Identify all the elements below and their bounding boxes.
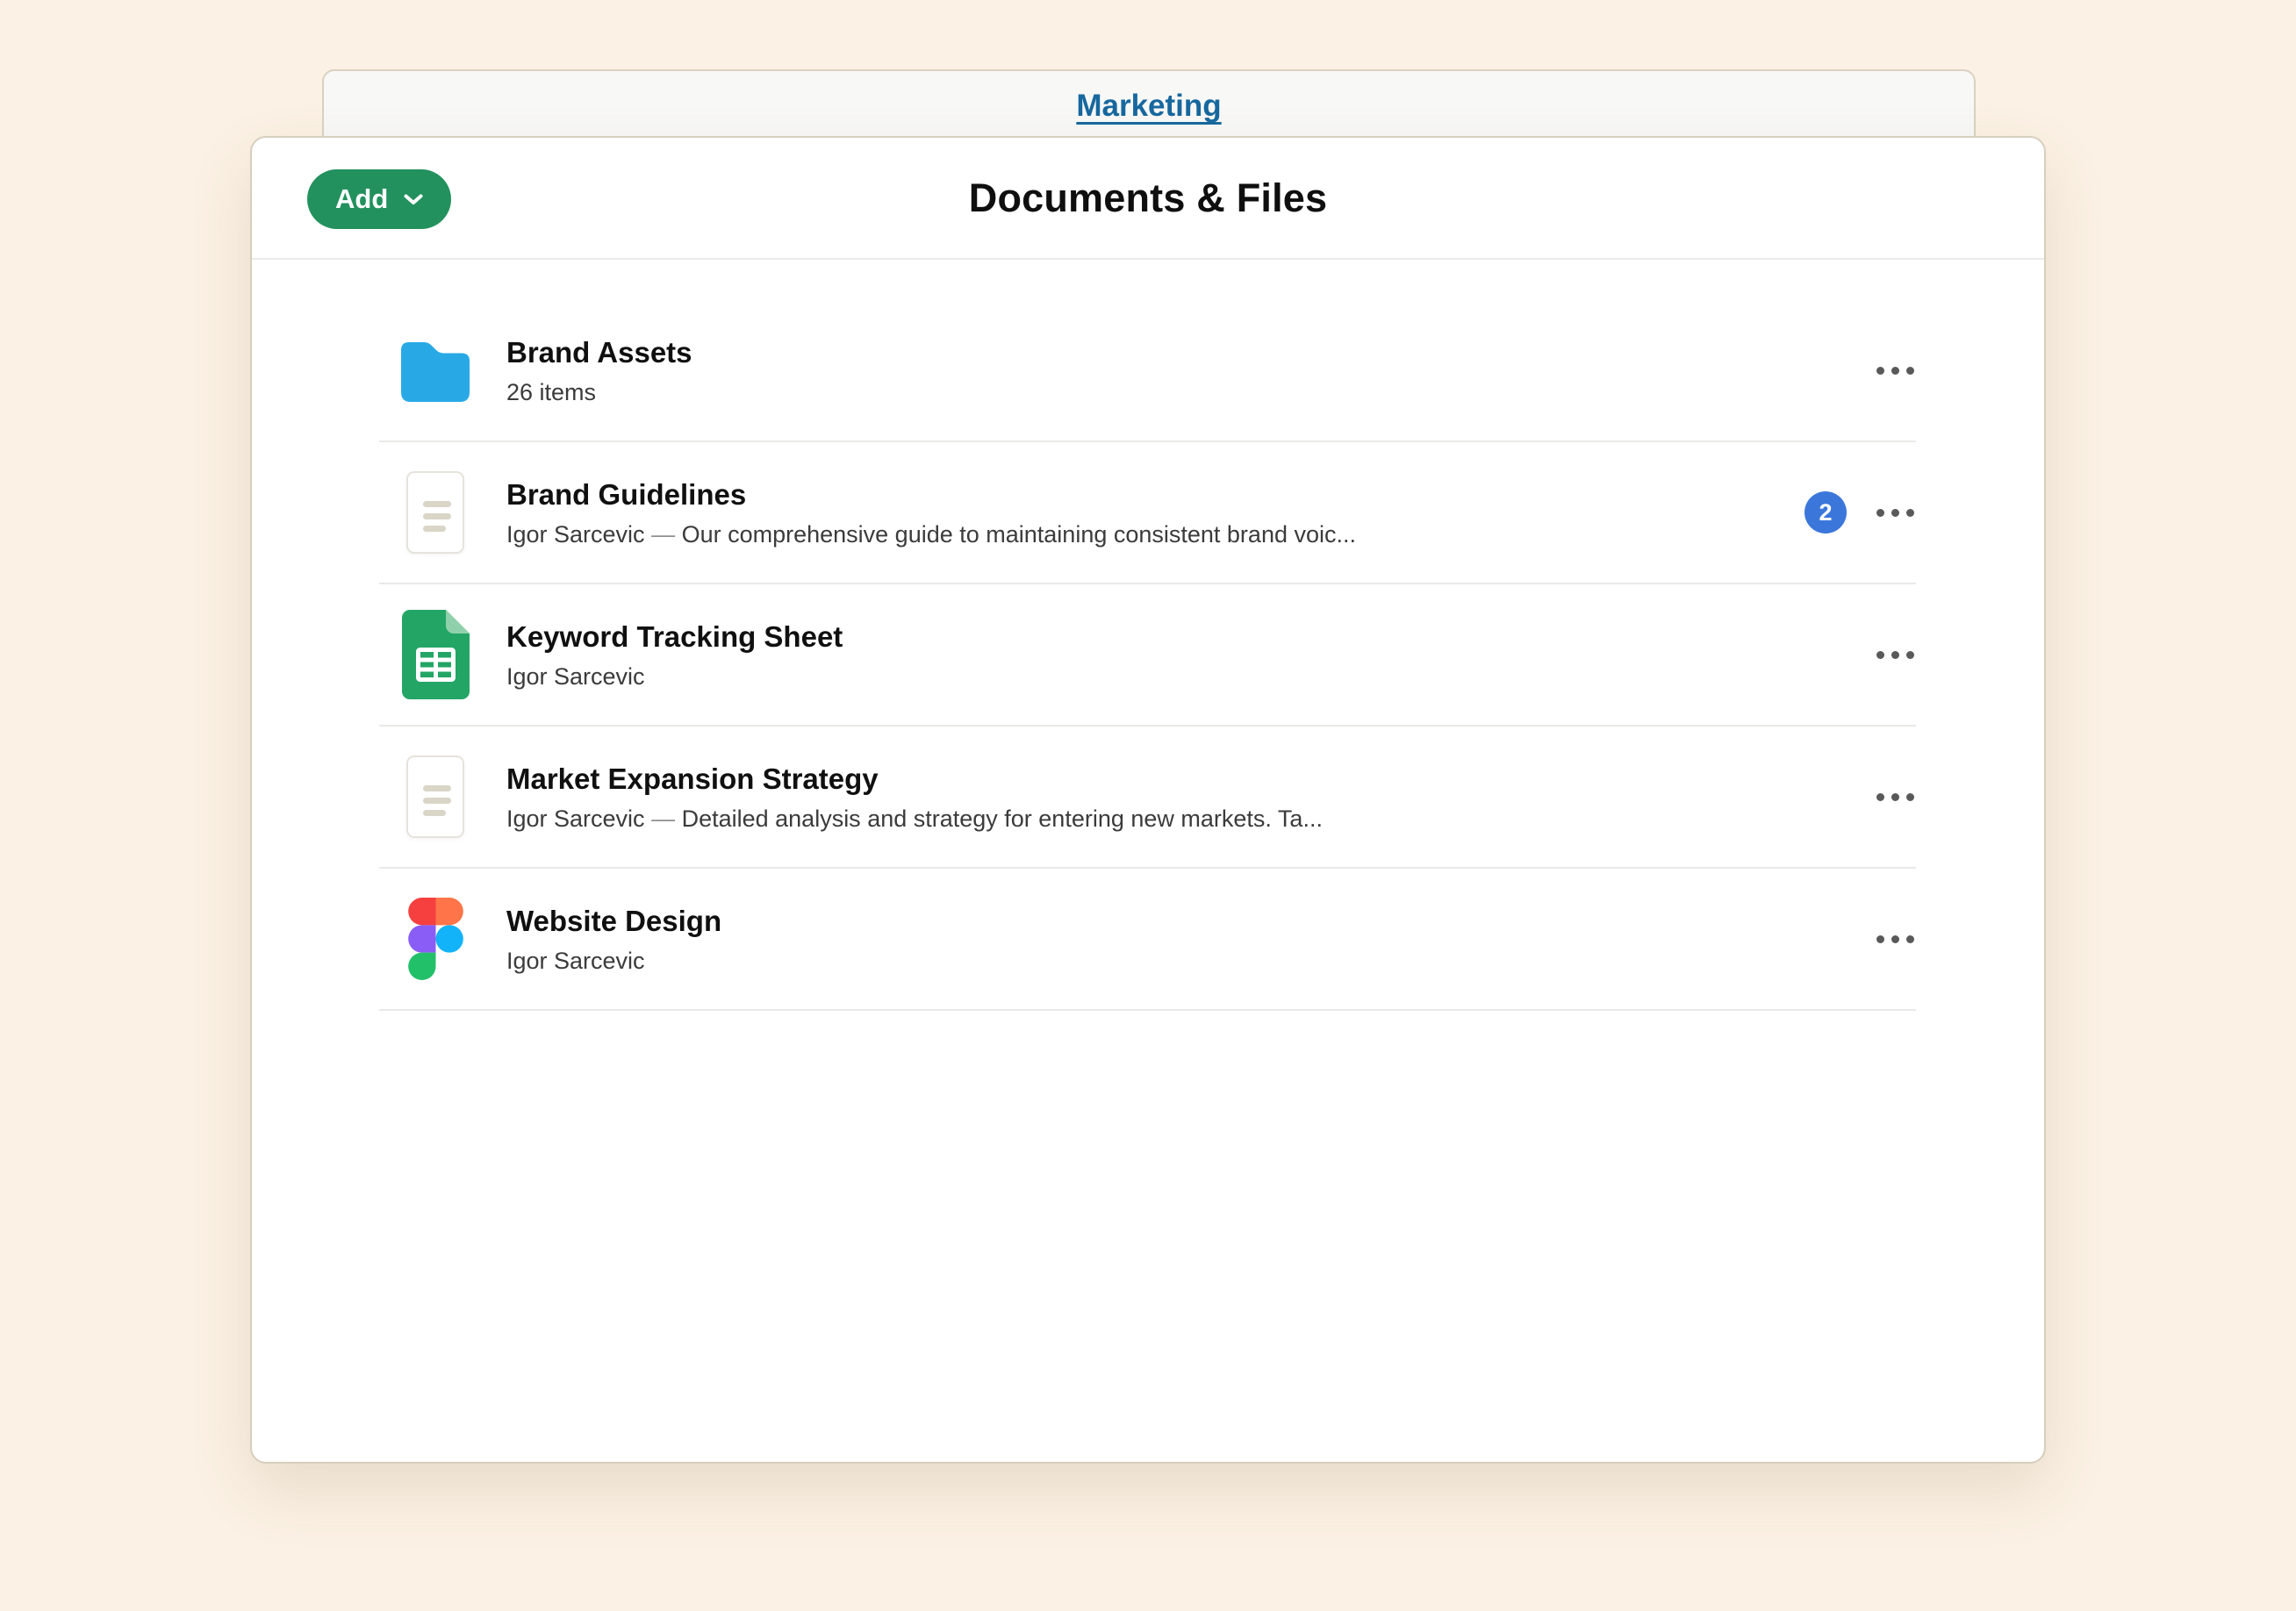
spreadsheet-icon: [400, 606, 470, 703]
item-author: Igor Sarcevic: [506, 521, 645, 548]
chevron-down-icon: [404, 194, 423, 205]
list-item-text: Brand Guidelines Igor Sarcevic — Our com…: [506, 476, 1805, 549]
list-item-website-design[interactable]: Website Design Igor Sarcevic: [379, 869, 1916, 1011]
list-item-text: Brand Assets 26 items: [506, 334, 1875, 407]
list-item-text: Website Design Igor Sarcevic: [506, 903, 1875, 976]
item-separator: —: [645, 806, 682, 832]
document-icon: [400, 464, 470, 561]
item-title: Brand Guidelines: [506, 476, 1805, 512]
folder-icon: [400, 322, 470, 419]
list-item-keyword-tracking-sheet[interactable]: Keyword Tracking Sheet Igor Sarcevic: [379, 584, 1916, 727]
list-item-market-expansion-strategy[interactable]: Market Expansion Strategy Igor Sarcevic …: [379, 727, 1916, 869]
row-actions: [1875, 923, 1916, 956]
ellipsis-icon: [1876, 367, 1884, 375]
item-subtitle: Igor Sarcevic — Detailed analysis and st…: [506, 805, 1875, 833]
list-item-text: Market Expansion Strategy Igor Sarcevic …: [506, 761, 1875, 834]
item-menu-button[interactable]: [1875, 497, 1916, 529]
item-title: Website Design: [506, 903, 1875, 939]
item-description: Detailed analysis and strategy for enter…: [682, 806, 1323, 832]
list-item-text: Keyword Tracking Sheet Igor Sarcevic: [506, 619, 1875, 691]
item-subtitle: Igor Sarcevic: [506, 662, 1875, 691]
item-title: Brand Assets: [506, 334, 1875, 370]
item-description: Our comprehensive guide to maintaining c…: [682, 521, 1356, 548]
ellipsis-icon: [1876, 509, 1884, 517]
item-subtitle: Igor Sarcevic: [506, 947, 1875, 975]
row-actions: [1875, 354, 1916, 387]
list-item-brand-guidelines[interactable]: Brand Guidelines Igor Sarcevic — Our com…: [379, 442, 1916, 584]
page-title: Documents & Files: [969, 175, 1328, 221]
item-title: Keyword Tracking Sheet: [506, 619, 1875, 655]
ellipsis-icon: [1876, 793, 1884, 801]
item-menu-button[interactable]: [1875, 639, 1916, 671]
list-item-brand-assets[interactable]: Brand Assets 26 items: [379, 300, 1916, 442]
item-author: Igor Sarcevic: [506, 806, 645, 832]
document-icon: [400, 748, 470, 845]
item-subtitle: 26 items: [506, 378, 1875, 406]
item-subtitle: Igor Sarcevic — Our comprehensive guide …: [506, 520, 1805, 548]
add-button[interactable]: Add: [307, 169, 451, 229]
breadcrumb-link-marketing[interactable]: Marketing: [1076, 89, 1221, 124]
item-title: Market Expansion Strategy: [506, 761, 1875, 797]
ellipsis-icon: [1876, 935, 1884, 943]
add-button-label: Add: [335, 183, 388, 215]
row-actions: [1875, 639, 1916, 671]
row-actions: 2: [1805, 491, 1916, 533]
item-menu-button[interactable]: [1875, 781, 1916, 813]
comment-count-badge: 2: [1805, 491, 1847, 533]
item-menu-button[interactable]: [1875, 354, 1916, 387]
figma-icon: [400, 891, 470, 987]
item-separator: —: [645, 521, 682, 548]
documents-panel: Add Documents & Files Brand Assets 26 it…: [250, 136, 2046, 1464]
panel-header: Add Documents & Files: [252, 138, 2044, 260]
item-menu-button[interactable]: [1875, 923, 1916, 956]
row-actions: [1875, 781, 1916, 813]
ellipsis-icon: [1876, 651, 1884, 659]
documents-list: Brand Assets 26 items Brand Guidelines I…: [252, 260, 2044, 1011]
